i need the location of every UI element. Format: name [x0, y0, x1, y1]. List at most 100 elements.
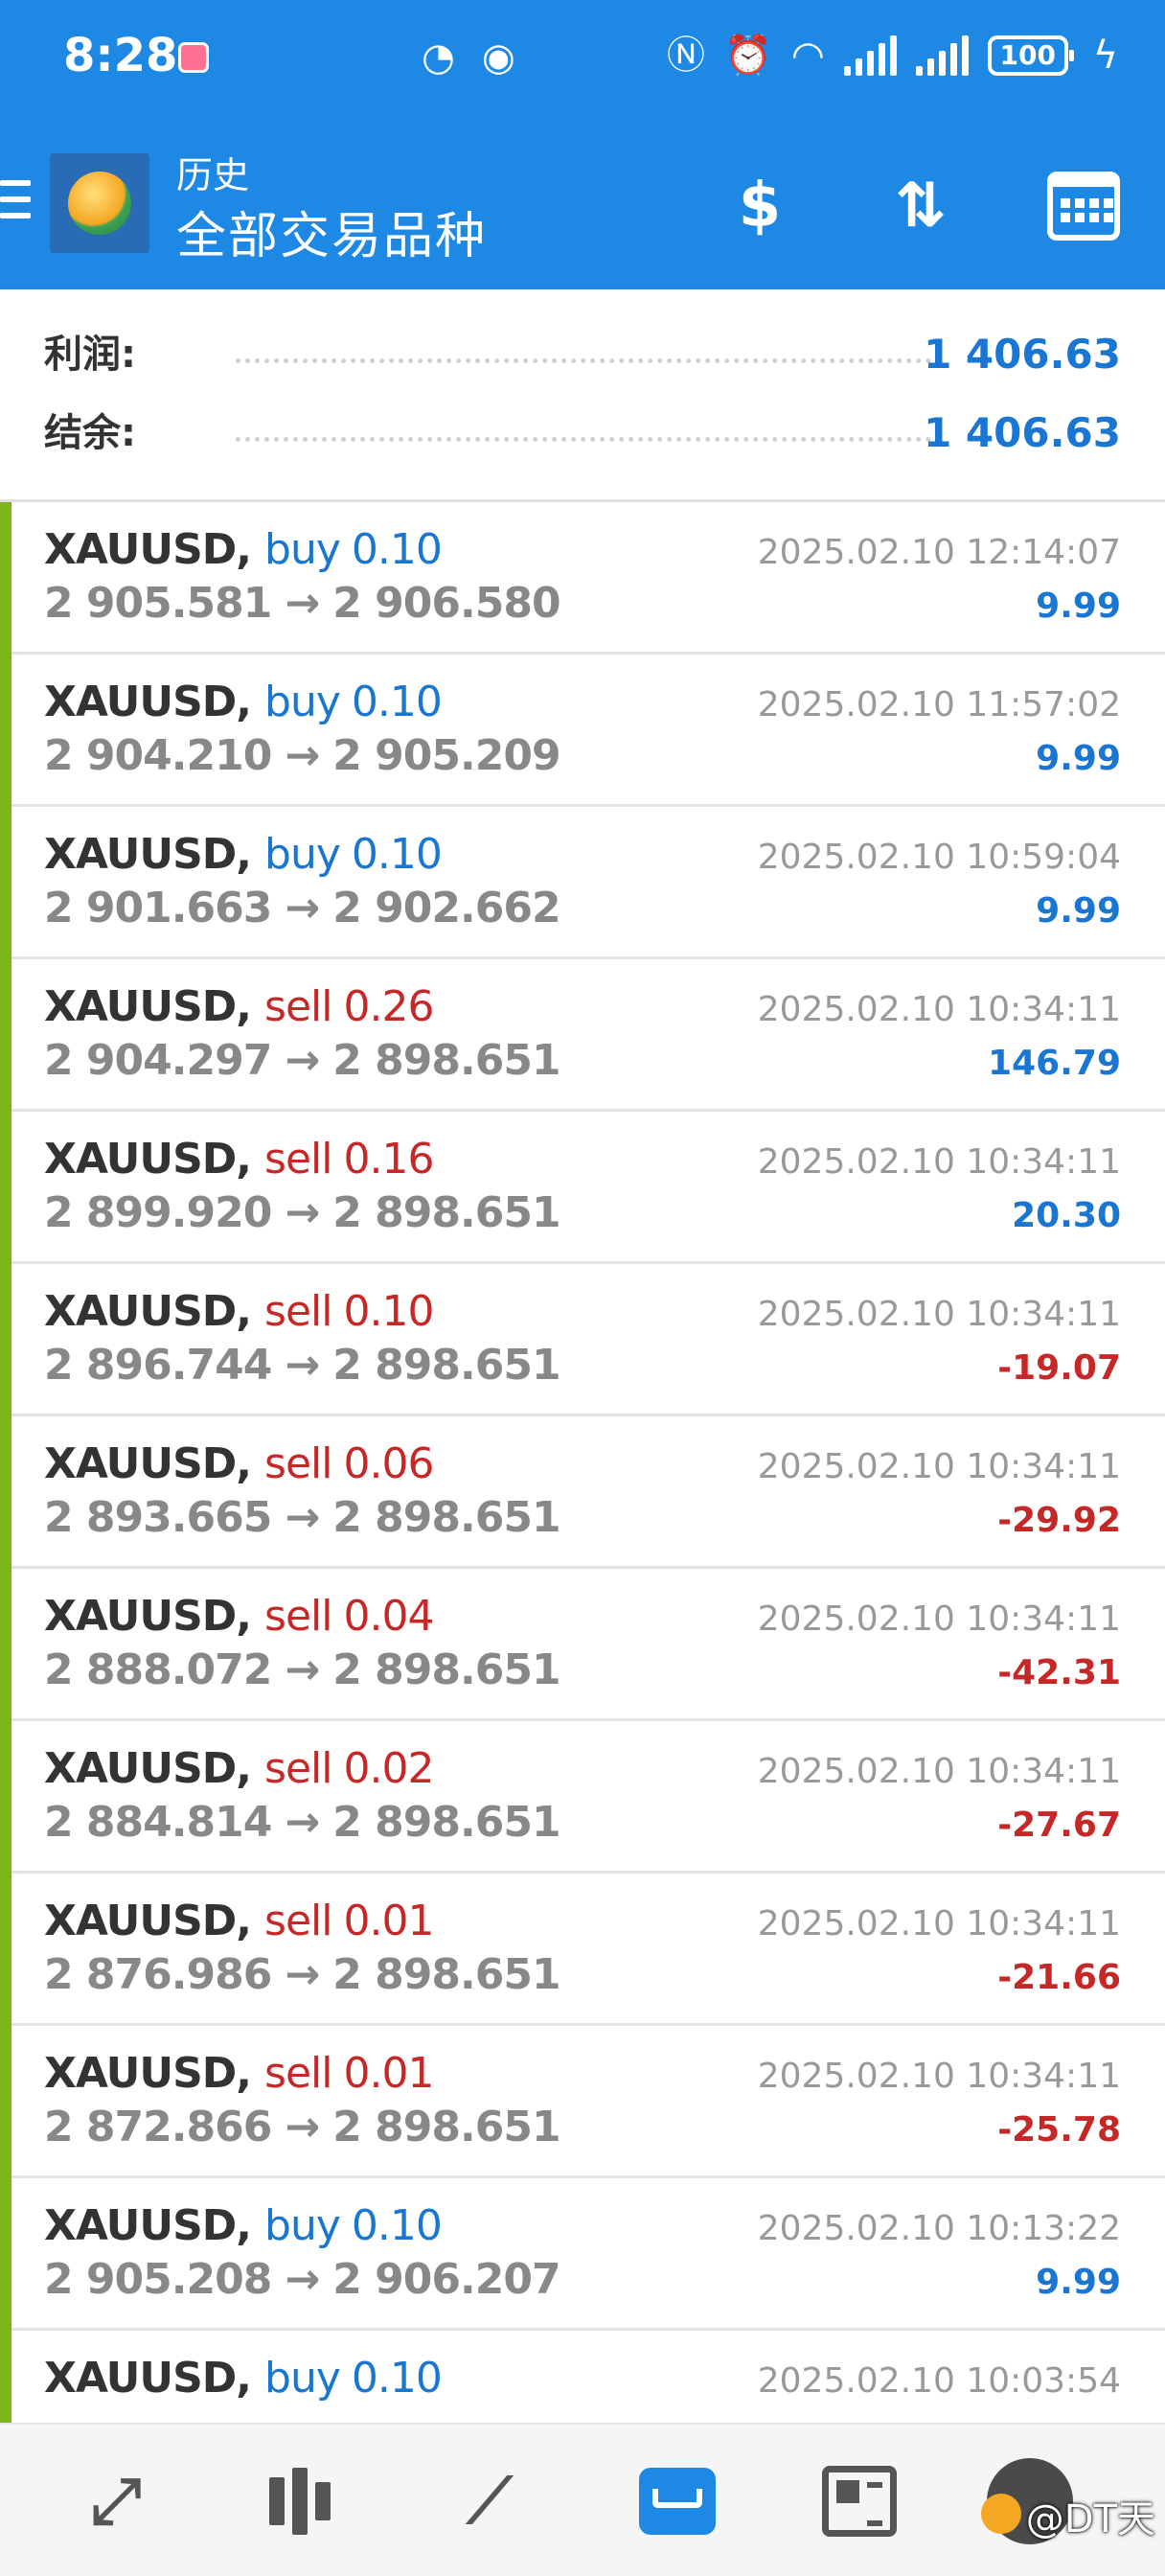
price-arrow-icon: → — [285, 1188, 320, 1237]
trade-volume: 0.02 — [343, 1744, 434, 1793]
alarm-icon: ⏰ — [724, 34, 772, 78]
trade-time: 2025.02.10 10:13:22 — [757, 2209, 1121, 2248]
symbol-filter-title[interactable]: 全部交易品种 — [176, 196, 487, 267]
trade-prices: 2 896.744 → 2 898.651 — [44, 1341, 561, 1390]
trade-symbol: XAUUSD, sell 0.02 — [44, 1744, 434, 1793]
symbol-name: XAUUSD, — [44, 1592, 252, 1641]
trade-time: 2025.02.10 10:34:11 — [757, 1447, 1121, 1486]
trade-row[interactable]: XAUUSD, sell 0.01 2 872.866 → 2 898.651 2025.0… — [0, 2026, 1165, 2178]
trade-symbol: XAUUSD, sell 0.01 — [44, 1897, 434, 1945]
calendar-icon — [1047, 172, 1120, 241]
trade-row[interactable]: XAUUSD, buy 0.10 2 905.208 → 2 906.207 2025.02… — [0, 2178, 1165, 2331]
profit-value: 1 406.63 — [924, 331, 1121, 378]
candlestick-chart-icon — [269, 2468, 331, 2535]
nav-trade[interactable]: ⟋ — [446, 2461, 533, 2542]
eye-icon: ◉ — [481, 35, 515, 80]
symbol-name: XAUUSD, — [44, 2049, 252, 2098]
close-price: 2 898.651 — [332, 2103, 560, 2151]
metatrader-logo-icon — [68, 172, 131, 235]
trade-time: 2025.02.10 11:57:02 — [757, 685, 1121, 724]
date-range-button[interactable] — [1040, 163, 1127, 249]
dotted-leader — [236, 358, 931, 363]
symbol-name: XAUUSD, — [44, 1897, 252, 1945]
trade-row[interactable]: XAUUSD, sell 0.02 2 884.814 → 2 898.651 2025.0… — [0, 1721, 1165, 1874]
nav-chart[interactable] — [257, 2461, 343, 2542]
trade-symbol: XAUUSD, buy 0.10 — [44, 830, 443, 879]
profit-row: 利润: 1 406.63 — [0, 326, 1165, 383]
trade-side: sell — [264, 1135, 332, 1184]
price-arrow-icon: → — [285, 731, 320, 780]
trade-volume: 0.16 — [343, 1135, 434, 1184]
price-arrow-icon: → — [285, 1645, 320, 1694]
close-price: 2 902.662 — [332, 884, 560, 932]
price-arrow-icon: → — [285, 1798, 320, 1847]
trade-time: 2025.02.10 10:59:04 — [757, 838, 1121, 877]
trade-prices: 2 905.581 → 2 906.580 — [44, 579, 561, 628]
menu-icon[interactable] — [0, 180, 31, 224]
trade-profit: -19.07 — [997, 1348, 1121, 1388]
status-time: 8:28 — [63, 29, 178, 82]
close-price: 2 898.651 — [332, 1341, 560, 1390]
close-price: 2 905.209 — [332, 731, 560, 780]
trade-prices: 2 904.297 → 2 898.651 — [44, 1036, 561, 1085]
price-arrow-icon: → — [285, 1341, 320, 1390]
open-price: 2 899.920 — [44, 1188, 272, 1237]
trade-side: sell — [264, 982, 332, 1031]
trade-side: sell — [264, 1897, 332, 1945]
trade-row[interactable]: XAUUSD, buy 0.10 2 901.663 → 2 902.662 2025.02… — [0, 807, 1165, 959]
open-price: 2 901.663 — [44, 884, 272, 932]
trade-row[interactable]: XAUUSD, sell 0.16 2 899.920 → 2 898.651 2025.0… — [0, 1112, 1165, 1264]
nav-news[interactable] — [816, 2461, 902, 2542]
close-price: 2 898.651 — [332, 1798, 560, 1847]
trade-profit: -27.67 — [997, 1806, 1121, 1845]
trade-volume: 0.04 — [343, 1592, 434, 1641]
close-price: 2 906.207 — [332, 2255, 560, 2304]
app-bar: 历史 全部交易品种 $ ⇅ — [0, 119, 1165, 289]
trade-side: buy — [264, 678, 341, 726]
trade-prices: 2 905.208 → 2 906.207 — [44, 2255, 561, 2304]
balance-label: 结余: — [44, 411, 136, 455]
trade-symbol: XAUUSD, buy 0.10 — [44, 2201, 443, 2250]
balance-value: 1 406.63 — [924, 409, 1121, 456]
newspaper-icon — [822, 2466, 897, 2537]
price-arrow-icon: → — [285, 2255, 320, 2304]
trade-prices: 2 901.663 → 2 902.662 — [44, 884, 561, 932]
trade-prices: 2 876.986 → 2 898.651 — [44, 1950, 561, 1999]
trade-side: sell — [264, 2049, 332, 2098]
trade-volume: 0.26 — [343, 982, 434, 1031]
open-price: 2 905.581 — [44, 579, 272, 628]
symbol-name: XAUUSD, — [44, 830, 252, 879]
trade-side: sell — [264, 1744, 332, 1793]
trade-symbol: XAUUSD, buy 0.10 — [44, 2354, 443, 2403]
trade-symbol: XAUUSD, sell 0.16 — [44, 1135, 434, 1184]
sort-button[interactable]: ⇅ — [878, 163, 964, 249]
open-price: 2 905.208 — [44, 2255, 272, 2304]
open-price: 2 896.744 — [44, 1341, 272, 1390]
trade-history-list[interactable]: XAUUSD, buy 0.10 2 905.581 → 2 906.580 2025.02… — [0, 502, 1165, 2423]
trade-time: 2025.02.10 12:14:07 — [757, 533, 1121, 572]
trade-row[interactable]: XAUUSD, sell 0.26 2 904.297 → 2 898.651 2025.0… — [0, 959, 1165, 1112]
trade-symbol: XAUUSD, sell 0.01 — [44, 2049, 434, 2098]
trade-symbol: XAUUSD, buy 0.10 — [44, 678, 443, 726]
dotted-leader — [236, 437, 931, 442]
trade-profit: 20.30 — [1012, 1196, 1121, 1235]
trade-volume: 0.10 — [351, 525, 443, 574]
trade-row[interactable]: XAUUSD, sell 0.04 2 888.072 → 2 898.651 2025.0… — [0, 1569, 1165, 1721]
deposit-button[interactable]: $ — [717, 163, 803, 249]
open-price: 2 888.072 — [44, 1645, 272, 1694]
trade-prices: 2 893.665 → 2 898.651 — [44, 1493, 561, 1542]
trade-row[interactable]: XAUUSD, sell 0.10 2 896.744 → 2 898.651 2025.0… — [0, 1264, 1165, 1416]
trade-row[interactable]: XAUUSD, sell 0.06 2 893.665 → 2 898.651 2025.0… — [0, 1416, 1165, 1569]
nav-quotes[interactable]: ⤢ — [73, 2461, 159, 2542]
trade-row[interactable]: XAUUSD, buy 0.10 2 904.210 → 2 905.209 2025.02… — [0, 655, 1165, 807]
trade-row[interactable]: XAUUSD, sell 0.01 2 876.986 → 2 898.651 2025.0… — [0, 1874, 1165, 2026]
trade-volume: 0.10 — [351, 2201, 443, 2250]
nav-history[interactable] — [634, 2461, 720, 2542]
open-price: 2 876.986 — [44, 1950, 272, 1999]
trade-row[interactable]: XAUUSD, buy 0.10 2 905.581 → 2 906.580 2025.02… — [0, 502, 1165, 655]
watermark-text: @DT天 — [1025, 2497, 1155, 2542]
trade-profit: -42.31 — [997, 1653, 1121, 1692]
nfc-icon: Ⓝ — [667, 34, 705, 78]
symbol-name: XAUUSD, — [44, 1744, 252, 1793]
trade-row[interactable]: XAUUSD, buy 0.10 2025.02.10 10:03:54 — [0, 2331, 1165, 2423]
